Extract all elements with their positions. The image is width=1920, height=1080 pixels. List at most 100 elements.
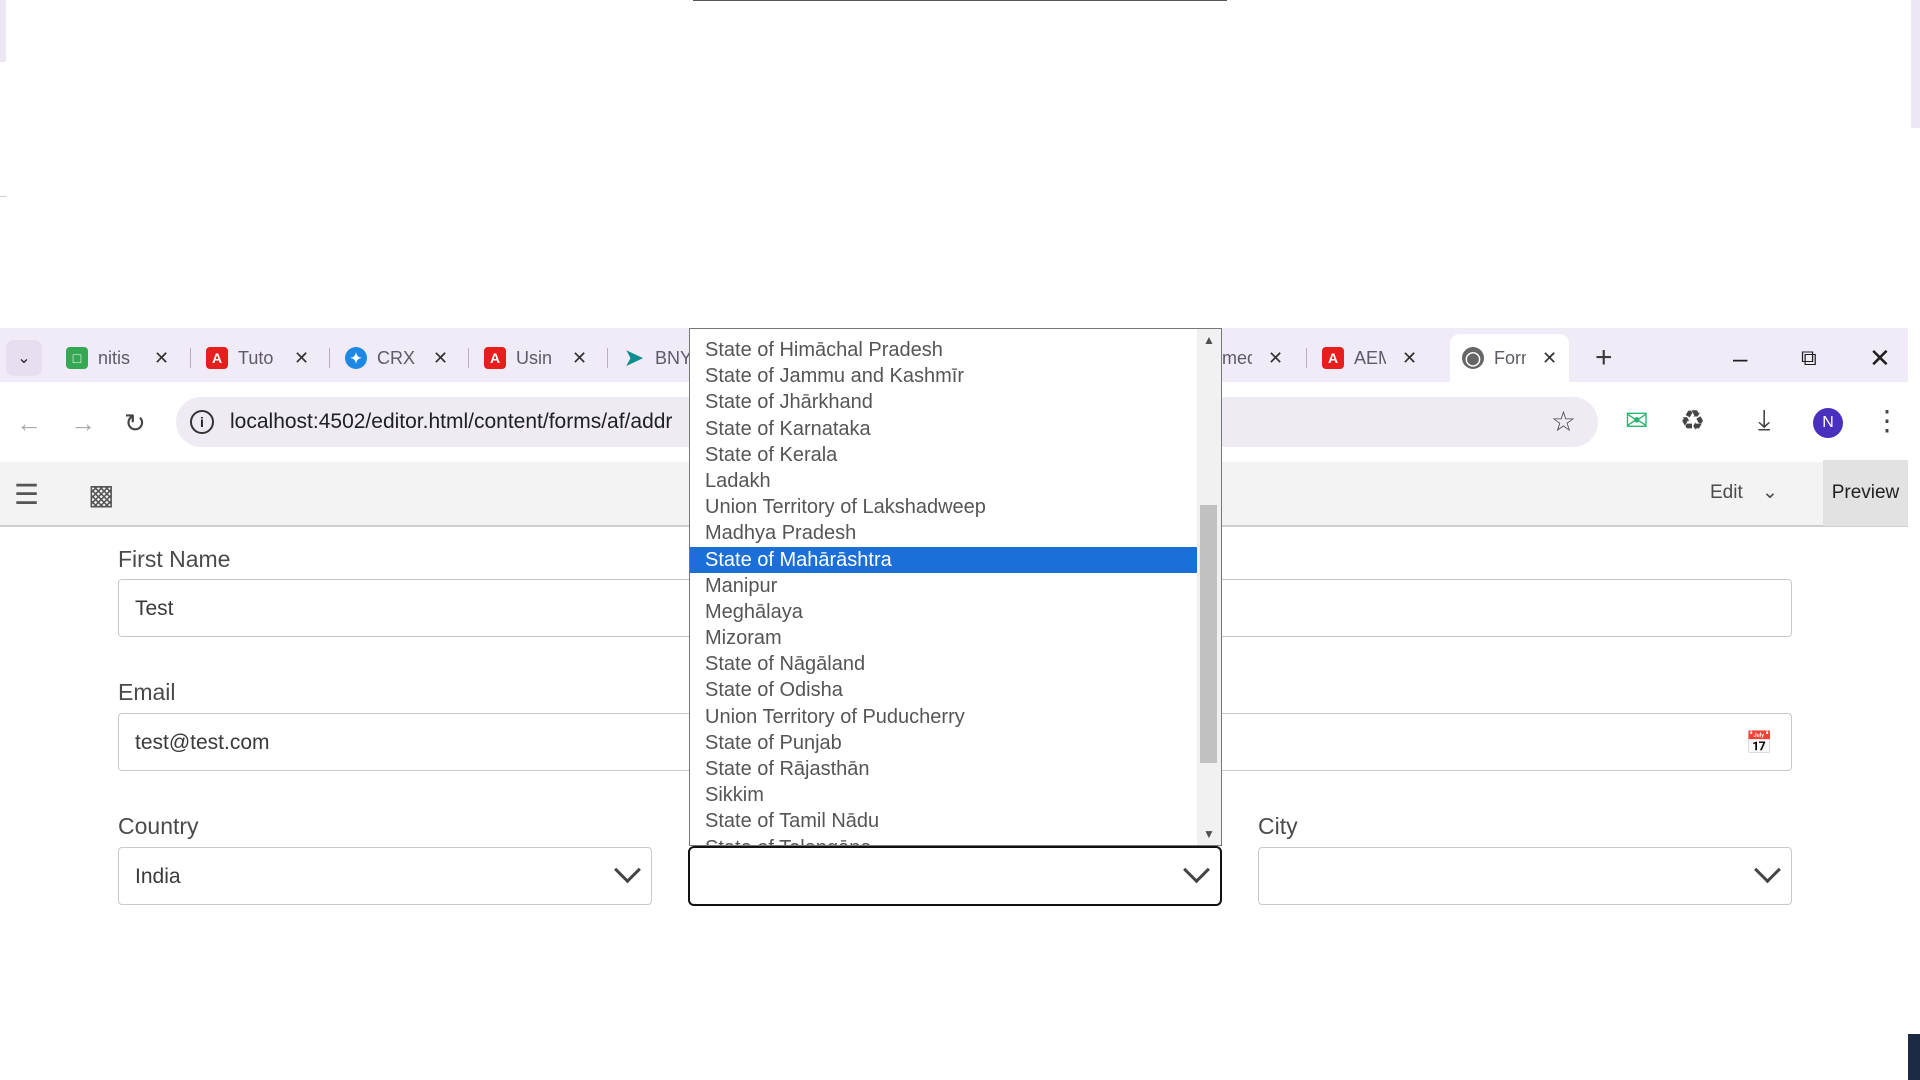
avatar[interactable]: N bbox=[1813, 408, 1843, 438]
list-item[interactable]: Sikkim bbox=[690, 782, 1197, 808]
browser-tab-active[interactable]: ◯ Form ✕ bbox=[1450, 334, 1570, 382]
crx-icon: ✦ bbox=[345, 347, 367, 369]
restore-button[interactable]: ⧉ bbox=[1801, 338, 1817, 378]
minimize-button[interactable]: – bbox=[1733, 338, 1747, 378]
adobe-icon: A bbox=[1322, 347, 1344, 369]
list-item[interactable]: State of Kerala bbox=[690, 442, 1197, 468]
list-item[interactable]: Union Territory of Lakshadweep bbox=[690, 494, 1197, 520]
close-icon[interactable]: ✕ bbox=[294, 348, 309, 369]
preview-button[interactable]: Preview bbox=[1823, 460, 1908, 526]
list-item[interactable]: State of Tamil Nādu bbox=[690, 808, 1197, 834]
list-item[interactable]: Madhya Pradesh bbox=[690, 520, 1197, 546]
tab-title: Tuto bbox=[238, 347, 274, 368]
list-item[interactable]: State of Telangāna bbox=[690, 835, 1197, 845]
close-icon[interactable]: ✕ bbox=[154, 348, 169, 369]
close-icon[interactable]: ✕ bbox=[433, 348, 448, 369]
browser-tab[interactable]: A AEM ✕ bbox=[1322, 338, 1417, 378]
mode-select[interactable]: Edit ⌄ bbox=[1710, 481, 1778, 504]
list-item[interactable]: Meghālaya bbox=[690, 599, 1197, 625]
country-value: India bbox=[135, 865, 181, 888]
browser-tab[interactable]: A Tuto ✕ bbox=[206, 338, 309, 378]
chat-icon: □ bbox=[66, 347, 88, 369]
tab-separator bbox=[1306, 348, 1307, 368]
mail-extension-icon[interactable]: ✉ bbox=[1625, 404, 1648, 437]
list-item[interactable]: Ladakh bbox=[690, 468, 1197, 494]
back-button[interactable]: ← bbox=[16, 408, 42, 439]
browser-tab[interactable]: A Usin ✕ bbox=[484, 338, 587, 378]
globe-icon: ◯ bbox=[1462, 347, 1484, 369]
country-label: Country bbox=[118, 813, 199, 839]
divider bbox=[693, 0, 1227, 1]
tab-title: nitis bbox=[98, 347, 131, 368]
adobe-icon: A bbox=[206, 347, 228, 369]
extensions-icon[interactable]: ♻ bbox=[1680, 404, 1705, 437]
list-item[interactable]: Mizoram bbox=[690, 625, 1197, 651]
list-item[interactable]: State of Punjab bbox=[690, 730, 1197, 756]
email-label: Email bbox=[118, 679, 176, 705]
list-item-partial bbox=[690, 329, 1197, 337]
list-item[interactable]: State of Himāchal Pradesh bbox=[690, 337, 1197, 363]
state-dropdown-list[interactable]: State of Himāchal Pradesh State of Jammu… bbox=[689, 328, 1222, 846]
edge-strip bbox=[0, 0, 6, 62]
email-value: test@test.com bbox=[135, 731, 270, 754]
city-label: City bbox=[1258, 813, 1298, 839]
option-list: State of Himāchal Pradesh State of Jammu… bbox=[690, 329, 1197, 845]
close-window-button[interactable]: ✕ bbox=[1869, 338, 1891, 378]
download-icon[interactable]: ⤓ bbox=[1758, 404, 1770, 437]
list-item[interactable]: State of Odisha bbox=[690, 677, 1197, 703]
mode-label: Edit bbox=[1710, 482, 1743, 503]
send-icon: ➤ bbox=[624, 345, 644, 370]
tab-search-button[interactable]: ⌄ bbox=[6, 340, 42, 376]
list-item[interactable]: State of Jhārkhand bbox=[690, 389, 1197, 415]
tab-title: AEM bbox=[1354, 347, 1386, 368]
dropdown-scrollbar[interactable]: ▲ ▼ bbox=[1197, 329, 1221, 845]
chevron-down-icon bbox=[1183, 856, 1210, 884]
browser-tab[interactable]: med ✕ bbox=[1222, 338, 1283, 378]
properties-sliders-icon[interactable]: ☰ bbox=[14, 478, 39, 511]
scroll-down-arrow-icon[interactable]: ▼ bbox=[1203, 827, 1215, 841]
tab-title: Form bbox=[1494, 347, 1526, 368]
scroll-up-arrow-icon[interactable]: ▲ bbox=[1203, 333, 1215, 347]
scrollbar-thumb[interactable] bbox=[1200, 505, 1217, 763]
tab-separator bbox=[468, 348, 469, 368]
chevron-down-icon bbox=[614, 856, 641, 884]
list-item[interactable]: State of Jammu and Kashmīr bbox=[690, 363, 1197, 389]
device-preview-icon[interactable]: ▩ bbox=[88, 478, 114, 511]
tab-separator bbox=[190, 348, 191, 368]
menu-icon[interactable]: ⋮ bbox=[1873, 404, 1901, 437]
tab-separator bbox=[329, 348, 330, 368]
country-select[interactable]: India bbox=[118, 847, 652, 905]
list-item[interactable]: Union Territory of Puducherry bbox=[690, 704, 1197, 730]
close-icon[interactable]: ✕ bbox=[1268, 348, 1283, 369]
reload-button[interactable]: ↻ bbox=[124, 408, 146, 439]
list-item[interactable]: State of Rājasthān bbox=[690, 756, 1197, 782]
close-icon[interactable]: ✕ bbox=[1542, 348, 1557, 369]
browser-tab[interactable]: □ nitis ✕ bbox=[66, 338, 169, 378]
new-tab-button[interactable]: + bbox=[1595, 340, 1613, 376]
info-icon[interactable]: i bbox=[190, 410, 214, 434]
browser-tab[interactable]: ✦ CRX ✕ bbox=[345, 338, 448, 378]
close-icon[interactable]: ✕ bbox=[572, 348, 587, 369]
forward-button[interactable]: → bbox=[70, 408, 96, 439]
state-select[interactable] bbox=[688, 846, 1222, 906]
first-name-label: First Name bbox=[118, 546, 231, 572]
close-icon[interactable]: ✕ bbox=[1402, 348, 1417, 369]
tab-title: med bbox=[1222, 347, 1252, 368]
list-item-selected[interactable]: State of Mahārāshtra bbox=[690, 546, 1197, 573]
edge-strip bbox=[1908, 1034, 1920, 1080]
browser-tab[interactable]: ➤ BNY bbox=[623, 338, 695, 378]
chevron-down-icon: ⌄ bbox=[1762, 482, 1778, 503]
city-select[interactable] bbox=[1258, 847, 1792, 905]
bookmark-star-icon[interactable]: ☆ bbox=[1551, 405, 1576, 438]
adobe-icon: A bbox=[484, 347, 506, 369]
list-item[interactable]: State of Karnataka bbox=[690, 416, 1197, 442]
url-text: localhost:4502/editor.html/content/forms… bbox=[230, 410, 673, 433]
tab-title: Usin bbox=[516, 347, 553, 368]
blank-area bbox=[0, 0, 1920, 328]
chevron-down-icon bbox=[1754, 856, 1781, 884]
list-item[interactable]: State of Nāgāland bbox=[690, 651, 1197, 677]
tab-title: CRX bbox=[377, 347, 416, 368]
edge-strip bbox=[1911, 0, 1920, 128]
list-item[interactable]: Manipur bbox=[690, 573, 1197, 599]
calendar-icon[interactable]: 📅 bbox=[1746, 714, 1773, 772]
